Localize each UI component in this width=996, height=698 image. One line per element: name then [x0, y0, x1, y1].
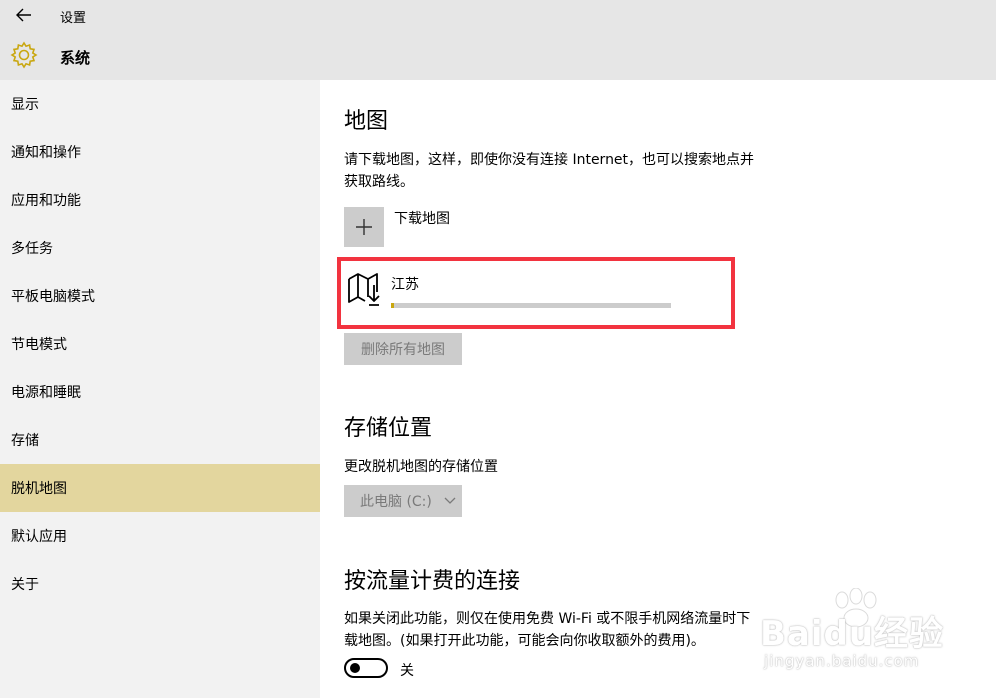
sidebar-item-label: 默认应用 [11, 529, 67, 545]
chevron-down-icon [444, 497, 456, 504]
sidebar-item-multitasking[interactable]: 多任务 [0, 224, 320, 272]
section-title: 系统 [60, 49, 91, 67]
storage-location-select[interactable]: 此电脑 (C:) [344, 485, 462, 517]
sidebar-item-label: 存储 [11, 433, 39, 449]
sidebar-item-power-sleep[interactable]: 电源和睡眠 [0, 368, 320, 416]
map-entry-name: 江苏 [391, 277, 419, 293]
sidebar-item-tablet-mode[interactable]: 平板电脑模式 [0, 272, 320, 320]
sidebar-item-label: 平板电脑模式 [11, 289, 95, 305]
map-entry-jiangsu[interactable]: 江苏 [337, 257, 735, 329]
sidebar-item-label: 多任务 [11, 241, 53, 257]
download-progress-bar [391, 303, 671, 308]
download-maps-label[interactable]: 下载地图 [394, 208, 450, 228]
sidebar-item-offline-maps[interactable]: 脱机地图 [0, 464, 320, 512]
sidebar-item-battery-saver[interactable]: 节电模式 [0, 320, 320, 368]
sidebar-item-default-apps[interactable]: 默认应用 [0, 512, 320, 560]
sidebar-item-label: 应用和功能 [11, 193, 81, 209]
metered-toggle-state: 关 [400, 663, 414, 679]
gear-icon [10, 41, 38, 69]
window-title: 设置 [60, 11, 87, 26]
delete-all-maps-button[interactable]: 删除所有地图 [344, 333, 462, 365]
maps-description-line: 获取路线。 [344, 174, 414, 190]
baidu-watermark: Baidu经验 jingyan.baidu.com [760, 588, 990, 678]
map-download-icon [348, 273, 380, 306]
metered-description: 如果关闭此功能，则仅在使用免费 Wi-Fi 或不限手机网络流量时下 载地图。(如… [344, 608, 750, 652]
toggle-knob [350, 663, 360, 673]
sidebar-item-notifications[interactable]: 通知和操作 [0, 128, 320, 176]
maps-description-line: 请下载地图，这样，即使你没有连接 Internet，也可以搜索地点并 [344, 152, 755, 168]
sidebar-item-apps[interactable]: 应用和功能 [0, 176, 320, 224]
sidebar-item-label: 通知和操作 [11, 145, 81, 161]
download-maps-button[interactable] [344, 207, 384, 247]
storage-description: 更改脱机地图的存储位置 [344, 459, 498, 475]
sidebar-item-about[interactable]: 关于 [0, 560, 320, 608]
maps-description: 请下载地图，这样，即使你没有连接 Internet，也可以搜索地点并 获取路线。 [344, 149, 754, 193]
download-progress-fill [391, 303, 394, 308]
watermark-url: jingyan.baidu.com [764, 652, 920, 670]
sidebar: 显示 通知和操作 应用和功能 多任务 平板电脑模式 节电模式 电源和睡眠 存储 … [0, 80, 320, 698]
back-arrow-icon [16, 8, 31, 22]
title-bar: 设置 [0, 0, 996, 30]
storage-heading: 存储位置 [344, 416, 433, 441]
storage-location-value: 此电脑 (C:) [360, 494, 432, 510]
sidebar-item-label: 电源和睡眠 [11, 385, 81, 401]
plus-icon [356, 219, 372, 235]
sidebar-item-label: 显示 [11, 97, 39, 113]
page-header: 系统 [0, 30, 996, 80]
maps-heading: 地图 [344, 109, 389, 134]
sidebar-item-label: 脱机地图 [11, 481, 67, 497]
metered-description-line: 载地图。(如果打开此功能，可能会向你收取额外的费用)。 [344, 633, 705, 649]
sidebar-item-display[interactable]: 显示 [0, 80, 320, 128]
back-button[interactable] [8, 4, 40, 26]
sidebar-item-label: 关于 [11, 577, 39, 593]
sidebar-item-label: 节电模式 [11, 337, 67, 353]
watermark-brand: Baidu经验 [760, 614, 945, 654]
metered-heading: 按流量计费的连接 [344, 569, 521, 594]
metered-toggle[interactable] [344, 658, 388, 678]
metered-description-line: 如果关闭此功能，则仅在使用免费 Wi-Fi 或不限手机网络流量时下 [344, 611, 751, 627]
sidebar-item-storage[interactable]: 存储 [0, 416, 320, 464]
